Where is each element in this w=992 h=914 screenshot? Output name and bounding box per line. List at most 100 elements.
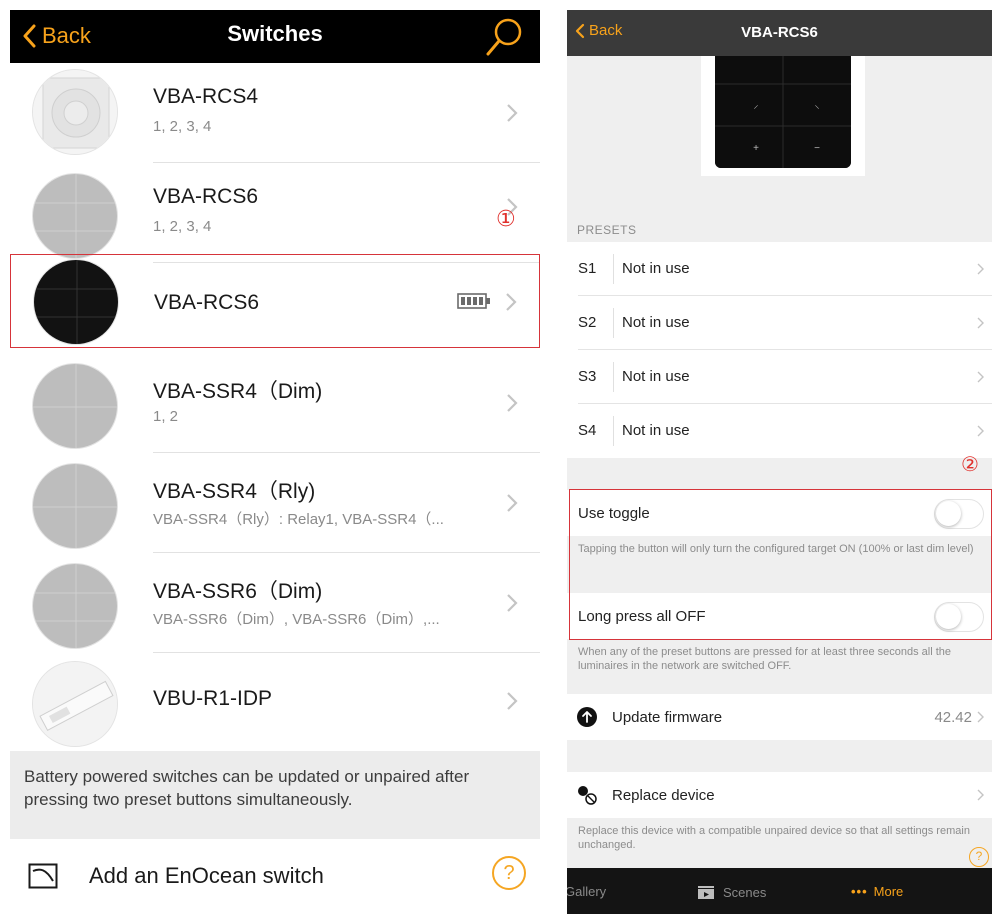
preset-row-s4[interactable]: S4 Not in use [567,404,992,458]
row-separator [613,416,614,446]
svg-text:+: + [753,143,759,154]
svg-text:⸝: ⸝ [754,100,759,111]
add-switch-label: Add an EnOcean switch [89,863,324,888]
replace-device-row[interactable]: Replace device [567,772,992,818]
item-subtitle: VBA-SSR6（Dim）, VBA-SSR6（Dim）,... [153,611,440,628]
preset-value: Not in use [622,368,690,385]
more-dots-icon: ••• [851,884,868,899]
update-firmware-row[interactable]: Update firmware 42.42 [567,694,992,740]
svg-text:⸜: ⸜ [815,100,820,111]
chevron-right-icon [977,425,984,437]
replace-device-icon [578,786,597,805]
chevron-right-icon [507,494,518,512]
annotation-marker-1: ① [496,206,516,231]
switch-outline-icon [28,863,58,889]
item-name: VBA-SSR4（Dim) [153,380,323,403]
add-enocean-switch-button[interactable]: Add an EnOcean switch ? [10,839,540,914]
chevron-right-icon [977,371,984,383]
preset-value: Not in use [622,260,690,277]
list-item-vba-rcs4[interactable]: VBA-RCS4 1, 2, 3, 4 [10,63,540,163]
chevron-right-icon [977,317,984,329]
preset-row-s3[interactable]: S3 Not in use [567,350,992,404]
detail-nav-bar: Back VBA-RCS6 [567,10,992,56]
upload-arrow-icon [577,707,597,727]
list-item-vba-ssr6-dim[interactable]: VBA-SSR6（Dim) VBA-SSR6（Dim）, VBA-SSR6（Di… [10,553,540,653]
use-toggle-help: Tapping the button will only turn the co… [578,543,974,555]
tab-scenes-label: Scenes [723,884,767,900]
chevron-left-icon [23,24,36,48]
chevron-right-icon [977,789,984,801]
chevron-right-icon [507,104,518,122]
item-subtitle: 1, 2 [153,408,179,425]
preset-row-s1[interactable]: S1 Not in use [567,242,992,296]
switches-nav-bar: Back Switches [10,10,540,63]
preset-key: S2 [578,314,597,331]
item-name: VBA-RCS6 [154,291,260,314]
preset-value: Not in use [622,314,690,331]
chevron-right-icon [977,263,984,275]
long-press-switch[interactable] [934,602,984,632]
list-item-vba-ssr4-dim[interactable]: VBA-SSR4（Dim) 1, 2 [10,353,540,453]
device-image-area: ⸝ ⸜ + − [567,56,992,184]
back-button[interactable]: Back [22,19,91,53]
item-name: VBA-RCS4 [153,85,259,108]
switches-screen: Back Switches VBA-RCS4 1, 2, 3, 4 VBA-RC… [10,10,540,914]
list-item-vba-ssr4-rly[interactable]: VBA-SSR4（Rly) VBA-SSR4（Rly）: Relay1, VBA… [10,453,540,553]
search-icon[interactable] [484,16,524,58]
row-separator [613,254,614,284]
device-thumbnail [32,363,118,449]
tab-bar: Gallery Scenes ••• More [567,868,992,914]
long-press-label: Long press all OFF [578,608,706,625]
item-subtitle: 1, 2, 3, 4 [153,118,212,135]
device-image: ⸝ ⸜ + − [715,56,851,168]
item-name: VBA-SSR4（Rly) [153,480,316,503]
chevron-right-icon [507,692,518,710]
replace-device-label: Replace device [612,787,715,804]
page-title: VBA-RCS6 [741,24,818,41]
use-toggle-label: Use toggle [578,505,650,522]
tab-more[interactable]: ••• More [851,884,903,899]
firmware-version: 42.42 [934,709,972,726]
list-item-vba-rcs6-selected[interactable]: VBA-RCS6 [10,254,540,348]
battery-icon [457,293,490,309]
preset-key: S3 [578,368,597,385]
device-thumbnail [32,69,118,155]
replace-device-help: Replace this device with a compatible un… [578,825,970,851]
help-icon[interactable]: ? [969,847,989,867]
tab-scenes[interactable]: Scenes [697,884,766,900]
tab-more-label: More [873,884,904,899]
toggle-knob [936,501,961,526]
device-thumbnail [33,259,119,345]
long-press-help: When any of the preset buttons are press… [578,646,951,672]
long-press-row: Long press all OFF [567,593,992,639]
battery-info-note: Battery powered switches can be updated … [10,751,540,839]
device-thumbnail [32,463,118,549]
annotation-marker-2: ② [961,454,979,476]
chevron-right-icon [977,711,984,723]
device-thumbnail [32,661,118,747]
device-thumbnail [32,563,118,649]
list-item-vba-rcs6[interactable]: VBA-RCS6 1, 2, 3, 4 ① [10,163,540,263]
chevron-right-icon [506,293,517,311]
back-label: Back [42,23,91,48]
help-icon[interactable]: ? [492,856,526,890]
device-thumbnail [32,173,118,259]
item-subtitle: 1, 2, 3, 4 [153,218,212,235]
row-separator [613,362,614,392]
item-name: VBU-R1-IDP [153,687,273,710]
presets-section-header: PRESETS [577,223,637,237]
chevron-right-icon [507,594,518,612]
preset-key: S4 [578,422,597,439]
row-separator [613,308,614,338]
item-name: VBA-RCS6 [153,185,259,208]
update-firmware-label: Update firmware [612,709,723,726]
item-subtitle: VBA-SSR4（Rly）: Relay1, VBA-SSR4（... [153,511,444,528]
toggle-knob [936,604,961,629]
clapperboard-icon [698,886,714,899]
tab-gallery[interactable]: Gallery [567,884,606,899]
list-item-vbu[interactable]: VBU-R1-IDP [10,651,540,751]
use-toggle-row: Use toggle [567,490,992,536]
note-text: Battery powered switches can be updated … [24,767,470,809]
use-toggle-switch[interactable] [934,499,984,529]
preset-row-s2[interactable]: S2 Not in use [567,296,992,350]
